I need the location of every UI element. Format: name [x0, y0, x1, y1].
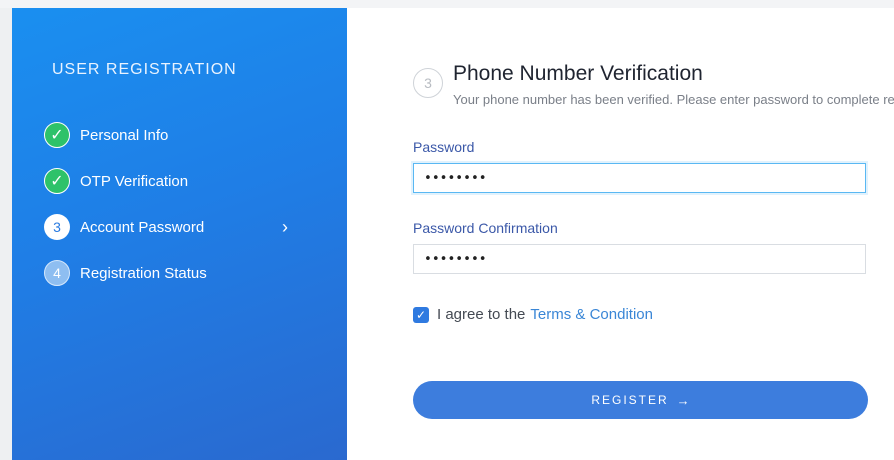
- arrow-right-icon: →: [676, 392, 690, 408]
- step-account-password[interactable]: 3 Account Password ›: [44, 213, 304, 241]
- step-registration-status[interactable]: 4 Registration Status: [44, 259, 304, 287]
- step-label: OTP Verification: [80, 172, 189, 190]
- step-label: Registration Status: [80, 264, 207, 282]
- chevron-right-icon: ›: [282, 217, 288, 237]
- step-personal-info[interactable]: ✓ Personal Info: [44, 121, 304, 149]
- terms-agreement: ✓ I agree to the Terms & Condition: [413, 306, 653, 323]
- step-number-badge: 3: [44, 214, 70, 240]
- check-icon: ✓: [44, 122, 70, 148]
- page-subtitle: Your phone number has been verified. Ple…: [453, 92, 894, 107]
- left-gutter: [0, 8, 12, 460]
- agree-checkbox[interactable]: ✓: [413, 306, 429, 323]
- password-field[interactable]: [413, 163, 866, 193]
- step-indicator: 3: [413, 68, 443, 98]
- register-label: REGISTER: [591, 393, 669, 407]
- step-number-badge: 4: [44, 260, 70, 286]
- step-label: Personal Info: [80, 126, 169, 144]
- page-title: Phone Number Verification: [453, 62, 703, 85]
- sidebar-title: USER REGISTRATION: [52, 61, 237, 78]
- register-button[interactable]: REGISTER →: [413, 381, 868, 419]
- terms-link[interactable]: Terms & Condition: [530, 306, 653, 323]
- password-label: Password: [413, 139, 475, 155]
- check-icon: ✓: [44, 168, 70, 194]
- agree-text: I agree to the: [437, 306, 526, 323]
- step-otp-verification[interactable]: ✓ OTP Verification: [44, 167, 304, 195]
- registration-sidebar: USER REGISTRATION ✓ Personal Info ✓ OTP …: [12, 8, 347, 460]
- password-confirmation-field[interactable]: [413, 244, 866, 274]
- step-label: Account Password: [80, 218, 205, 236]
- password-confirmation-label: Password Confirmation: [413, 220, 558, 236]
- registration-form-panel: 3 Phone Number Verification Your phone n…: [347, 8, 894, 460]
